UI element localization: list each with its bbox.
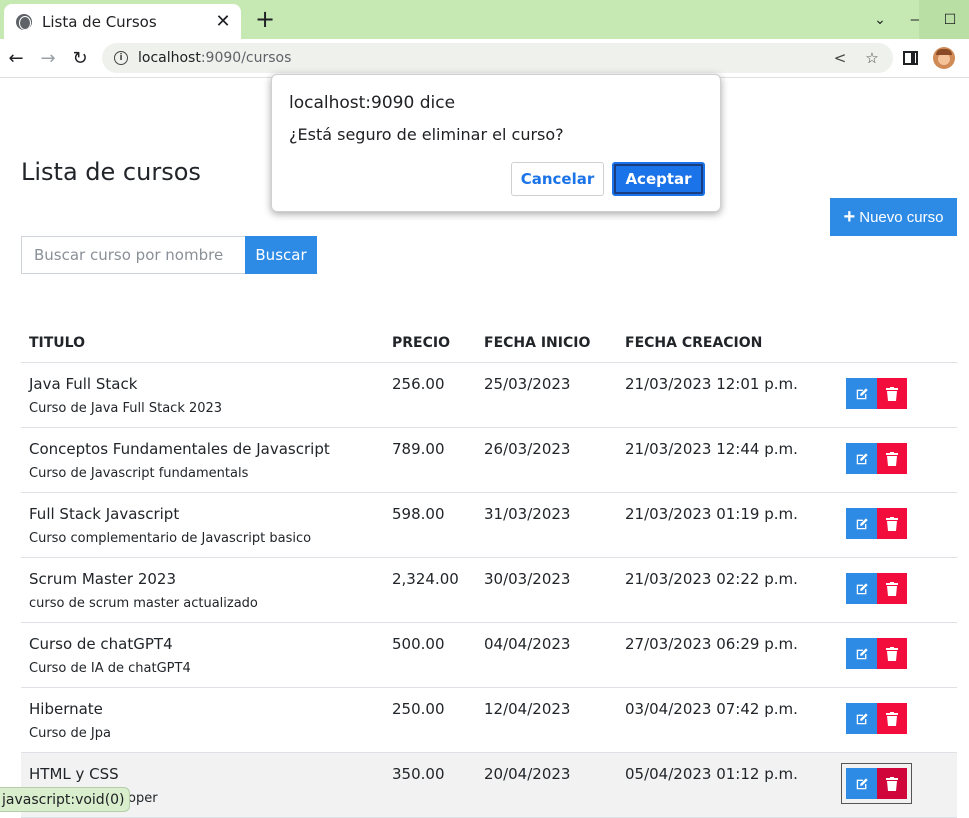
course-description: Curso de Java Full Stack 2023 — [29, 401, 223, 416]
course-start-date: 30/03/2023 — [484, 570, 571, 588]
star-icon[interactable]: ☆ — [863, 49, 881, 67]
row-actions — [846, 573, 907, 604]
course-title: Full Stack Javascript — [29, 505, 180, 523]
status-bar: javascript:void(0) — [0, 787, 130, 812]
edit-icon[interactable] — [846, 378, 877, 409]
trash-icon[interactable] — [877, 573, 907, 604]
course-title: Java Full Stack — [29, 375, 138, 393]
tab-search-icon[interactable]: ⌄ — [868, 8, 892, 32]
tab-title: Lista de Cursos — [42, 12, 157, 31]
trash-icon[interactable] — [877, 638, 907, 669]
header-precio: PRECIO — [392, 335, 450, 351]
course-description: Curso de Jpa — [29, 726, 111, 741]
row-actions — [846, 443, 907, 474]
course-price: 250.00 — [392, 700, 445, 718]
table-row: Hibernate Curso de Jpa 250.00 12/04/2023 03/… — [21, 688, 957, 753]
browser-toolbar: ← → ↻ i localhost:9090/cursos < ☆ — [0, 39, 969, 78]
new-course-label: Nuevo curso — [859, 208, 944, 226]
dialog-message: ¿Está seguro de eliminar el curso? — [289, 125, 564, 144]
course-description: Curso de IA de chatGPT4 — [29, 661, 191, 676]
trash-icon[interactable] — [877, 443, 907, 474]
course-created-date: 21/03/2023 01:19 p.m. — [625, 505, 798, 523]
course-price: 256.00 — [392, 375, 445, 393]
trash-icon[interactable] — [877, 703, 907, 734]
table-row: Full Stack Javascript Curso complementari… — [21, 493, 957, 558]
course-price: 598.00 — [392, 505, 445, 523]
course-title: HTML y CSS — [29, 765, 119, 783]
course-title: Curso de chatGPT4 — [29, 635, 173, 653]
browser-tab[interactable]: Lista de Cursos ✕ — [4, 4, 241, 39]
globe-icon — [16, 13, 32, 30]
dialog-title: localhost:9090 dice — [289, 93, 456, 113]
row-actions — [846, 703, 907, 734]
maximize-icon[interactable]: ☐ — [938, 8, 962, 32]
info-icon[interactable]: i — [114, 51, 128, 65]
row-actions — [841, 763, 912, 804]
course-start-date: 20/04/2023 — [484, 765, 571, 783]
edit-icon[interactable] — [846, 638, 877, 669]
plus-icon: + — [843, 206, 856, 228]
course-start-date: 31/03/2023 — [484, 505, 571, 523]
table-header: TITULO PRECIO FECHA INICIO FECHA CREACIO… — [21, 325, 957, 363]
table-row: Curso de chatGPT4 Curso de IA de chatGPT4… — [21, 623, 957, 688]
course-description: Curso de Javascript fundamentals — [29, 466, 249, 481]
row-actions — [846, 638, 907, 669]
reload-icon[interactable]: ↻ — [67, 45, 93, 71]
course-start-date: 04/04/2023 — [484, 635, 571, 653]
table-row: Java Full Stack Curso de Java Full Stack … — [21, 363, 957, 428]
row-actions — [846, 378, 907, 409]
edit-icon[interactable] — [846, 703, 877, 734]
course-created-date: 03/04/2023 07:42 p.m. — [625, 700, 798, 718]
course-created-date: 21/03/2023 12:44 p.m. — [625, 440, 798, 458]
course-start-date: 26/03/2023 — [484, 440, 571, 458]
table-row: Conceptos Fundamentales de Javascript Cur… — [21, 428, 957, 493]
side-panel-icon[interactable] — [903, 51, 918, 65]
new-course-button[interactable]: + Nuevo curso — [830, 198, 957, 236]
course-start-date: 12/04/2023 — [484, 700, 571, 718]
close-tab-icon[interactable]: ✕ — [209, 8, 237, 36]
profile-avatar[interactable] — [933, 47, 955, 69]
edit-icon[interactable] — [846, 573, 877, 604]
course-created-date: 27/03/2023 06:29 p.m. — [625, 635, 798, 653]
header-fecha-creacion: FECHA CREACION — [625, 335, 763, 351]
row-actions — [846, 508, 907, 539]
course-created-date: 21/03/2023 12:01 p.m. — [625, 375, 798, 393]
table-row: Scrum Master 2023 curso de scrum master a… — [21, 558, 957, 623]
course-start-date: 25/03/2023 — [484, 375, 571, 393]
trash-icon[interactable] — [877, 508, 907, 539]
course-price: 350.00 — [392, 765, 445, 783]
course-price: 500.00 — [392, 635, 445, 653]
course-description: curso de scrum master actualizado — [29, 596, 258, 611]
search-input[interactable] — [21, 236, 246, 274]
trash-icon[interactable] — [877, 378, 907, 409]
course-price: 2,324.00 — [392, 570, 459, 588]
page-title: Lista de cursos — [21, 158, 201, 186]
course-created-date: 21/03/2023 02:22 p.m. — [625, 570, 798, 588]
course-created-date: 05/04/2023 01:12 p.m. — [625, 765, 798, 783]
address-bar[interactable]: i localhost:9090/cursos < ☆ — [102, 43, 893, 73]
edit-icon[interactable] — [846, 508, 877, 539]
search-button[interactable]: Buscar — [245, 236, 317, 274]
header-titulo: TITULO — [29, 335, 85, 351]
edit-icon[interactable] — [846, 443, 877, 474]
course-title: Hibernate — [29, 700, 103, 718]
table-row: HTML y CSSFrontEnd Developer350.0020/04/… — [21, 753, 957, 818]
confirm-dialog: localhost:9090 dice ¿Está seguro de elim… — [271, 74, 721, 212]
edit-icon[interactable] — [846, 768, 877, 799]
back-icon[interactable]: ← — [3, 45, 29, 71]
forward-icon[interactable]: → — [35, 45, 61, 71]
header-fecha-inicio: FECHA INICIO — [484, 335, 591, 351]
cancel-button[interactable]: Cancelar — [511, 162, 604, 196]
course-description: Curso complementario de Javascript basic… — [29, 531, 312, 546]
share-icon[interactable]: < — [831, 49, 849, 67]
course-price: 789.00 — [392, 440, 445, 458]
url-text: localhost:9090/cursos — [138, 50, 292, 66]
course-title: Conceptos Fundamentales de Javascript — [29, 440, 330, 458]
browser-titlebar: Lista de Cursos ✕ + ⌄ — ☐ — [0, 0, 969, 39]
new-tab-button[interactable]: + — [252, 5, 278, 33]
course-title: Scrum Master 2023 — [29, 570, 176, 588]
accept-button[interactable]: Aceptar — [612, 162, 705, 196]
trash-icon[interactable] — [877, 768, 907, 799]
